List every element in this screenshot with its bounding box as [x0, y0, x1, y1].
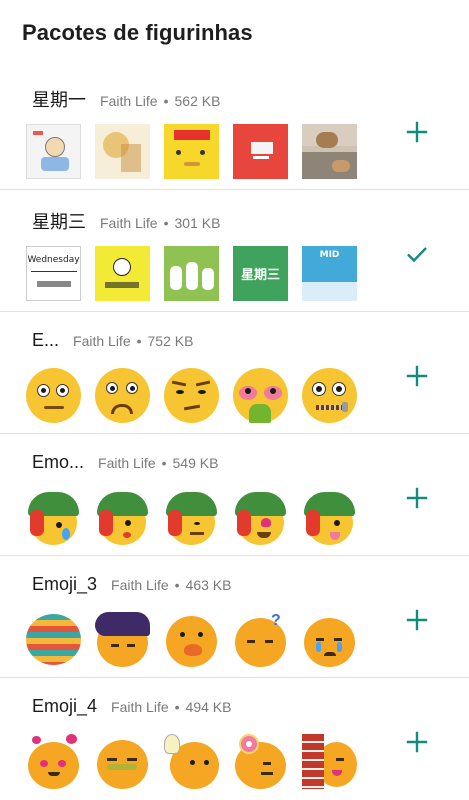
sticker-pack-row[interactable]: Emoji_3 Faith Life • 463 KB ? [0, 556, 469, 678]
pack-size: 562 KB [174, 93, 221, 109]
sticker-pack-row[interactable]: 星期三 Faith Life • 301 KB Wednesday 星期三 MI… [0, 190, 469, 312]
sticker-thumbnail [95, 246, 150, 301]
add-icon[interactable] [405, 364, 429, 388]
sticker-pack-row[interactable]: E... Faith Life • 752 KB [0, 312, 469, 434]
pack-author: Faith Life [98, 455, 156, 471]
worried-face-icon [26, 368, 81, 423]
sticker-thumbnail [164, 246, 219, 301]
sticker-thumbnails: ? [26, 612, 357, 667]
sticker-thumbnail: MID [302, 246, 357, 301]
helmet-kiss-icon [95, 490, 150, 545]
add-icon[interactable] [405, 120, 429, 144]
separator-dot: • [174, 577, 180, 593]
pack-header: 星期三 Faith Life • 301 KB [32, 208, 220, 234]
add-icon[interactable] [405, 608, 429, 632]
brick-wall-face-icon [302, 734, 357, 789]
hearts-face-icon [26, 734, 81, 789]
pack-author: Faith Life [100, 215, 158, 231]
sticker-thumbnails [26, 734, 357, 789]
pack-author: Faith Life [73, 333, 131, 349]
purple-hair-face-icon [95, 612, 150, 667]
striped-ball-icon [26, 612, 81, 667]
pack-header: Emo... Faith Life • 549 KB [32, 452, 218, 473]
pack-name: Emo... [32, 452, 85, 472]
pack-size: 752 KB [147, 333, 194, 349]
pack-size: 549 KB [172, 455, 219, 471]
thumbnail-text: 星期三 [240, 268, 280, 283]
lightbulb-face-icon [164, 734, 219, 789]
sticker-thumbnail: 星期三 [233, 246, 288, 301]
sticker-thumbnail [26, 124, 81, 179]
pack-size: 494 KB [185, 699, 232, 715]
separator-dot: • [161, 455, 167, 471]
question-face-icon: ? [233, 612, 288, 667]
pack-name: Emoji_3 [32, 574, 98, 594]
sticker-thumbnail: Wednesday [26, 246, 81, 301]
sticker-thumbnails: Wednesday 星期三 MID [26, 246, 357, 301]
zipper-mouth-face-icon [302, 368, 357, 423]
skeptical-face-icon [164, 368, 219, 423]
separator-dot: • [174, 699, 180, 715]
pack-header: 星期一 Faith Life • 562 KB [32, 86, 220, 112]
thumbnail-text: MID [319, 250, 340, 260]
pack-size: 463 KB [185, 577, 232, 593]
donut-face-icon [233, 734, 288, 789]
sticker-pack-row[interactable]: Emoji_4 Faith Life • 494 KB [0, 678, 469, 800]
check-icon[interactable] [405, 242, 429, 266]
helmet-wink-icon [164, 490, 219, 545]
separator-dot: • [163, 93, 169, 109]
separator-dot: • [163, 215, 169, 231]
pack-author: Faith Life [100, 93, 158, 109]
add-icon[interactable] [405, 486, 429, 510]
pack-name: 星期三 [32, 212, 86, 232]
pack-name: Emoji_4 [32, 696, 98, 716]
pack-name: 星期一 [32, 90, 86, 110]
sticker-thumbnails [26, 368, 357, 423]
helmet-heart-icon [233, 490, 288, 545]
sticker-pack-row[interactable]: 星期一 Faith Life • 562 KB [0, 68, 469, 190]
sticker-thumbnail [233, 124, 288, 179]
helmet-tongue-icon [302, 490, 357, 545]
duck-beak-face-icon [164, 612, 219, 667]
add-icon[interactable] [405, 730, 429, 754]
thumbnail-text: Wednesday [27, 255, 80, 265]
pack-name: E... [32, 330, 60, 350]
frowning-face-icon [95, 368, 150, 423]
squint-face-icon [95, 734, 150, 789]
pack-size: 301 KB [174, 215, 221, 231]
crying-face-icon [302, 612, 357, 667]
helmet-crying-icon [26, 490, 81, 545]
pack-header: Emoji_3 Faith Life • 463 KB [32, 574, 231, 595]
sticker-thumbnail [95, 124, 150, 179]
pack-header: E... Faith Life • 752 KB [32, 330, 193, 351]
sticker-thumbnails [26, 124, 357, 179]
pack-author: Faith Life [111, 577, 169, 593]
separator-dot: • [136, 333, 142, 349]
sticker-thumbnail [302, 124, 357, 179]
sticker-thumbnails [26, 490, 357, 545]
sticker-pack-row[interactable]: Emo... Faith Life • 549 KB [0, 434, 469, 556]
pack-header: Emoji_4 Faith Life • 494 KB [32, 696, 231, 717]
page-title: Pacotes de figurinhas [22, 20, 253, 45]
pack-author: Faith Life [111, 699, 169, 715]
nauseated-face-icon [233, 368, 288, 423]
sticker-thumbnail [164, 124, 219, 179]
